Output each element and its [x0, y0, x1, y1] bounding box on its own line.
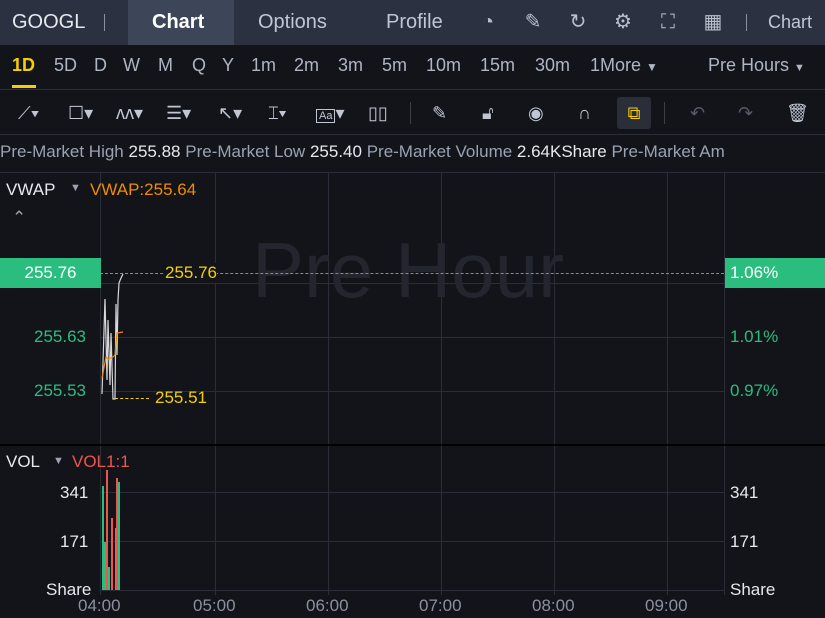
x-tick: 09:00 [645, 596, 688, 615]
x-tick: 05:00 [193, 596, 236, 615]
volume-bar [104, 542, 106, 590]
x-tick: 06:00 [306, 596, 349, 615]
volume-bar [106, 470, 108, 590]
volume-bar [116, 478, 118, 590]
volume-bar [108, 567, 110, 590]
x-tick: 07:00 [419, 596, 462, 615]
x-tick: 04:00 [78, 596, 121, 615]
volume-bars [102, 470, 120, 590]
volume-bar [111, 518, 113, 590]
x-tick: 08:00 [532, 596, 575, 615]
volume-bar [102, 486, 104, 590]
volume-bar [118, 482, 120, 590]
